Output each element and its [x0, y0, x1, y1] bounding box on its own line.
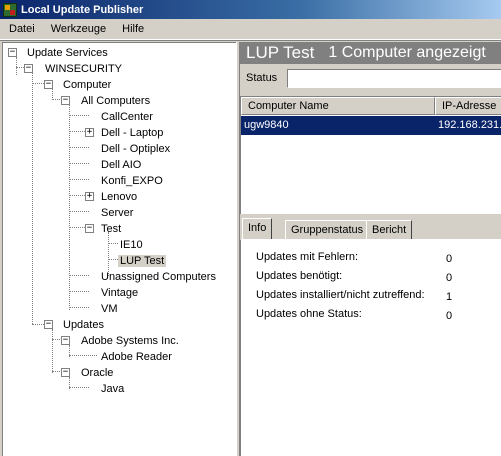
tree-item-adobe-reader[interactable]: Adobe Reader [3, 349, 174, 365]
info-label: Updates mit Fehlern: [256, 251, 359, 263]
tab-info[interactable]: Info [242, 218, 273, 240]
tree-item-vintage[interactable]: Vintage [3, 285, 140, 301]
tree-item-oracle[interactable]: − Oracle [3, 365, 115, 381]
menu-bar: Datei Werkzeuge Hilfe [0, 19, 501, 40]
info-row-installed: Updates installiert/nicht zutreffend: 1 [256, 289, 452, 305]
collapse-icon[interactable]: − [61, 336, 70, 345]
tab-gruppenstatus[interactable]: Gruppenstatus [285, 220, 370, 240]
collapse-icon[interactable]: − [61, 96, 70, 105]
collapse-icon[interactable]: − [44, 80, 53, 89]
cell-ip-address: 192.168.231. [438, 119, 501, 131]
tree-item-winsecurity[interactable]: − WINSECURITY [3, 61, 124, 77]
tree-item-callcenter[interactable]: CallCenter [3, 109, 155, 125]
info-label: Updates benötigt: [256, 270, 343, 282]
tree-item-adobe-systems[interactable]: − Adobe Systems Inc. [3, 333, 181, 349]
info-label: Updates installiert/nicht zutreffend: [256, 289, 425, 301]
info-label: Updates ohne Status: [256, 308, 362, 320]
tree-item-dell-aio[interactable]: Dell AIO [3, 157, 143, 173]
detail-tabs: Info Gruppenstatus Bericht [240, 218, 501, 240]
expand-icon[interactable]: + [85, 192, 94, 201]
info-value: 0 [446, 253, 453, 265]
title-bar: Local Update Publisher [0, 0, 501, 19]
info-row-no-status: Updates ohne Status: 0 [256, 308, 452, 324]
tree-item-update-services[interactable]: − Update Services [3, 45, 110, 61]
status-field[interactable] [287, 69, 501, 88]
computer-count: 1 Computer angezeigt [328, 44, 486, 61]
collapse-icon[interactable]: − [8, 48, 17, 57]
cell-computer-name: ugw9840 [244, 119, 289, 131]
menu-datei[interactable]: Datei [2, 23, 42, 35]
menu-hilfe[interactable]: Hilfe [115, 23, 151, 35]
collapse-icon[interactable]: − [61, 368, 70, 377]
collapse-icon[interactable]: − [85, 224, 94, 233]
info-row-errors: Updates mit Fehlern: 0 [256, 251, 452, 267]
tree-view[interactable]: − Update Services − WINSECURITY − Comput… [2, 42, 236, 456]
tree-item-java[interactable]: Java [3, 381, 126, 397]
tree-item-lup-test[interactable]: LUP Test [3, 253, 167, 269]
column-ip-address[interactable]: IP-Adresse [435, 97, 501, 115]
tab-bericht[interactable]: Bericht [366, 220, 413, 240]
tree-item-ie10[interactable]: IE10 [3, 237, 145, 253]
info-panel: Updates mit Fehlern: 0 Updates benötigt:… [240, 239, 501, 456]
tree-item-konfi-expo[interactable]: Konfi_EXPO [3, 173, 165, 189]
status-label: Status [246, 72, 278, 84]
tree-item-dell-laptop[interactable]: + Dell - Laptop [3, 125, 165, 141]
group-header: LUP Test 1 Computer angezeigt [240, 42, 501, 64]
group-title: LUP Test [246, 43, 315, 62]
status-row: Status [240, 66, 501, 90]
collapse-icon[interactable]: − [24, 64, 33, 73]
collapse-icon[interactable]: − [44, 320, 53, 329]
grid-header: Computer Name IP-Adresse [241, 97, 501, 115]
window-title: Local Update Publisher [21, 3, 144, 16]
tree-item-all-computers[interactable]: − All Computers [3, 93, 152, 109]
info-row-needed: Updates benötigt: 0 [256, 270, 452, 286]
table-row[interactable]: ugw9840 192.168.231. [241, 116, 501, 135]
tree-item-computer[interactable]: − Computer [3, 77, 113, 93]
info-value: 0 [446, 310, 453, 322]
tree-item-vm[interactable]: VM [3, 301, 120, 317]
app-icon [3, 2, 17, 17]
tree-item-server[interactable]: Server [3, 205, 135, 221]
menu-werkzeuge[interactable]: Werkzeuge [44, 23, 113, 35]
info-value: 1 [446, 291, 453, 303]
tree-item-lenovo[interactable]: + Lenovo [3, 189, 139, 205]
info-value: 0 [446, 272, 453, 284]
tree-item-unassigned-computers[interactable]: Unassigned Computers [3, 269, 218, 285]
tree-item-test[interactable]: − Test [3, 221, 123, 237]
computer-grid[interactable]: Computer Name IP-Adresse ugw9840 192.168… [240, 96, 501, 214]
tree-item-updates[interactable]: − Updates [3, 317, 106, 333]
column-computer-name[interactable]: Computer Name [241, 97, 435, 115]
expand-icon[interactable]: + [85, 128, 94, 137]
tree-item-dell-optiplex[interactable]: Dell - Optiplex [3, 141, 172, 157]
